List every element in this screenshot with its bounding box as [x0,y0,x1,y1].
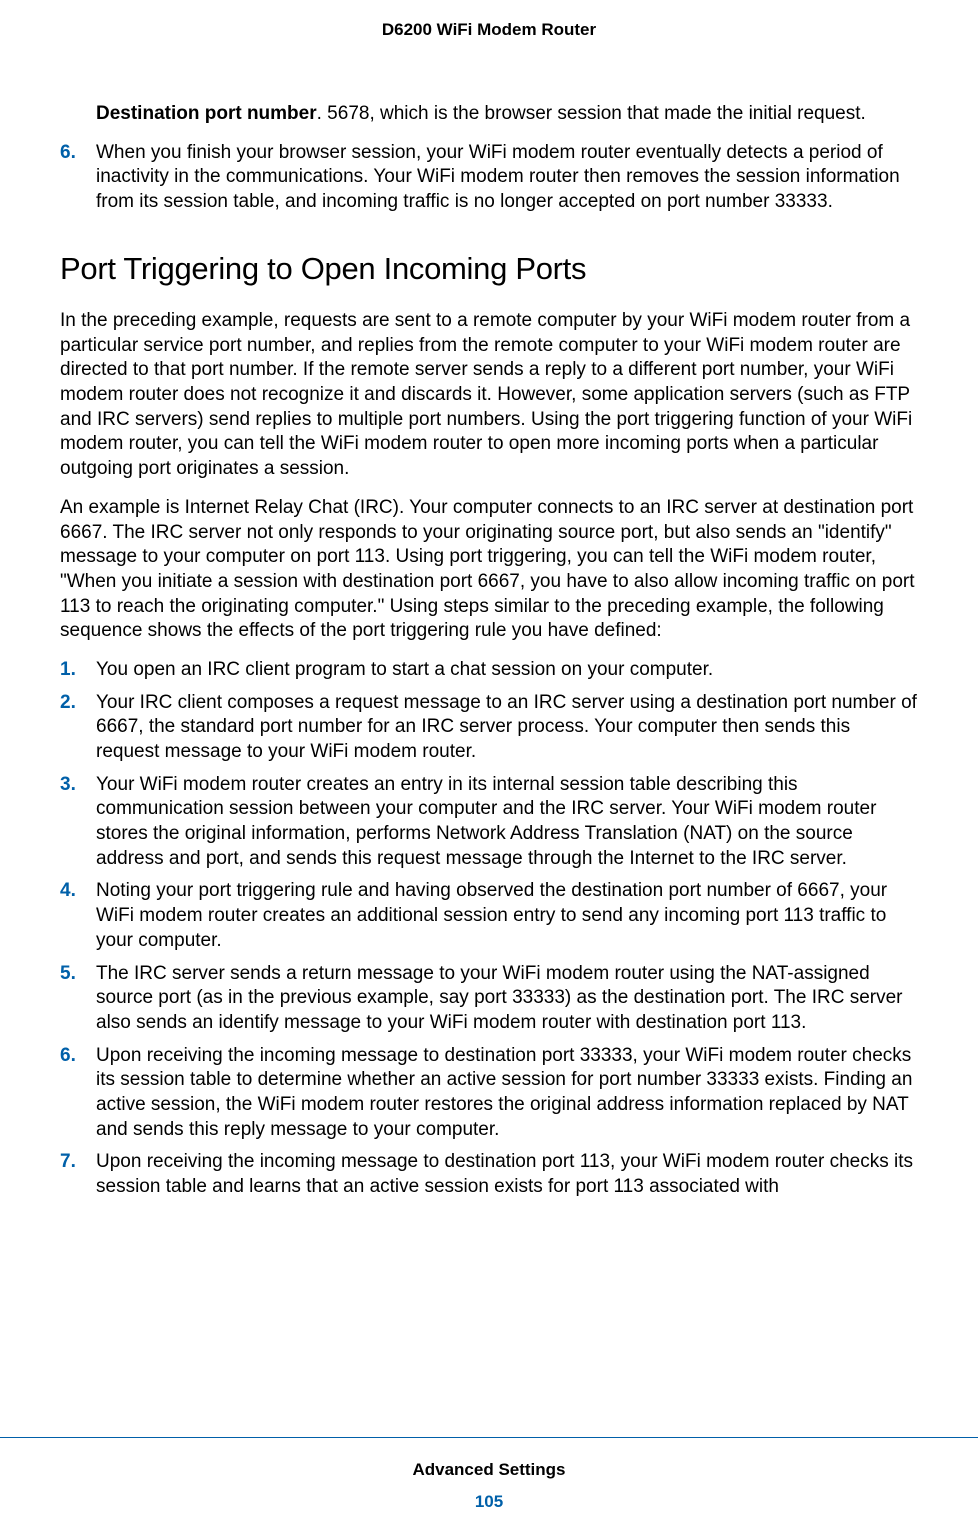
list-item-4: 4. Noting your port triggering rule and … [60,879,918,953]
page-content: Destination port number. 5678, which is … [60,102,918,1200]
list-text: Your IRC client composes a request messa… [96,691,918,765]
paragraph-2: An example is Internet Relay Chat (IRC).… [60,496,918,644]
list-number: 3. [60,773,96,872]
dest-port-text: . 5678, which is the browser session tha… [317,103,866,124]
list-text: Your WiFi modem router creates an entry … [96,773,918,872]
top-list-item-6: 6. When you finish your browser session,… [60,141,918,215]
section-heading: Port Triggering to Open Incoming Ports [60,249,918,289]
list-number: 6. [60,1044,96,1143]
list-text: You open an IRC client program to start … [96,658,918,683]
list-item-2: 2. Your IRC client composes a request me… [60,691,918,765]
list-number: 1. [60,658,96,683]
paragraph-1: In the preceding example, requests are s… [60,309,918,482]
list-number: 2. [60,691,96,765]
list-text: Upon receiving the incoming message to d… [96,1044,918,1143]
footer-page-number: 105 [0,1492,978,1512]
dest-port-paragraph: Destination port number. 5678, which is … [96,102,918,127]
list-item-6: 6. Upon receiving the incoming message t… [60,1044,918,1143]
list-text: Upon receiving the incoming message to d… [96,1150,918,1199]
list-item-5: 5. The IRC server sends a return message… [60,962,918,1036]
list-text: The IRC server sends a return message to… [96,962,918,1036]
list-item-7: 7. Upon receiving the incoming message t… [60,1150,918,1199]
dest-port-label: Destination port number [96,103,317,124]
page-footer: Advanced Settings 105 [0,1437,978,1512]
list-number: 6. [60,141,96,215]
list-item-3: 3. Your WiFi modem router creates an ent… [60,773,918,872]
document-page: D6200 WiFi Modem Router Destination port… [0,0,978,1536]
footer-section-label: Advanced Settings [0,1460,978,1480]
list-item-1: 1. You open an IRC client program to sta… [60,658,918,683]
list-text: When you finish your browser session, yo… [96,141,918,215]
list-number: 4. [60,879,96,953]
list-text: Noting your port triggering rule and hav… [96,879,918,953]
page-header: D6200 WiFi Modem Router [60,20,918,40]
list-number: 7. [60,1150,96,1199]
list-number: 5. [60,962,96,1036]
